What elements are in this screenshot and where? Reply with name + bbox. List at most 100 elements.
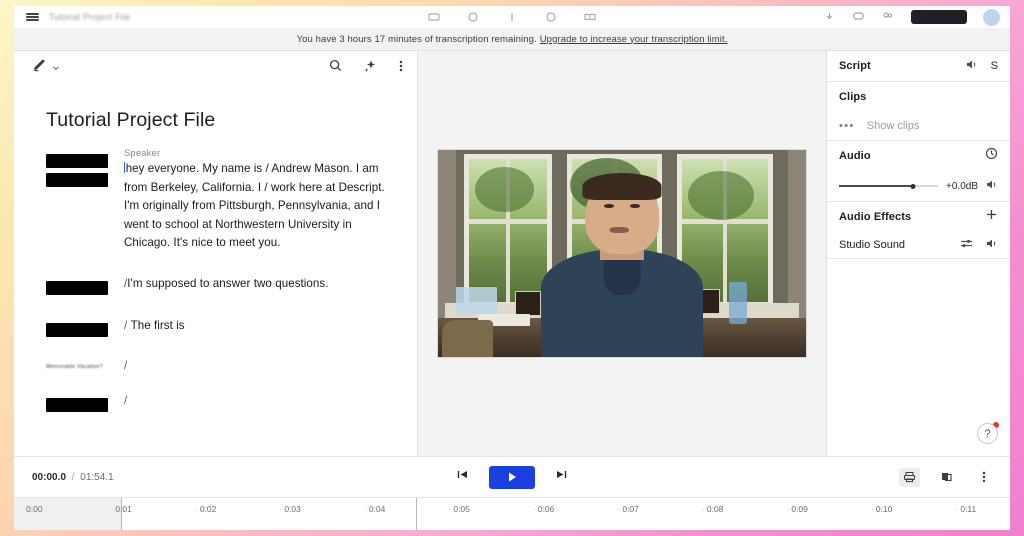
solo-toggle[interactable]: S xyxy=(991,60,998,72)
speaker-thumbnail-redacted xyxy=(46,148,124,187)
transcription-quota-banner: You have 3 hours 17 minutes of transcrip… xyxy=(14,28,1010,51)
show-clips-row[interactable]: ••• Show clips xyxy=(839,112,998,140)
hamburger-menu-icon[interactable] xyxy=(26,13,39,21)
timeline-tick: · 0:11 xyxy=(956,504,977,514)
app-top-bar: Tutorial Project File xyxy=(14,6,1010,28)
page-title: Tutorial Project File xyxy=(46,109,216,131)
top-bar-right-group xyxy=(824,6,1000,28)
history-icon[interactable] xyxy=(985,147,998,165)
paragraph-body: Speaker hey everyone. My name is / Andre… xyxy=(124,148,401,253)
scene-box xyxy=(456,286,497,314)
audio-gain-row: +0.0dB xyxy=(839,171,998,201)
tick-dot: · xyxy=(448,504,452,514)
audio-gain-slider[interactable] xyxy=(839,181,939,191)
volume-icon[interactable] xyxy=(966,57,978,75)
kebab-menu-icon[interactable] xyxy=(973,468,994,487)
tick-label: 0:09 xyxy=(791,504,808,514)
tick-label: 0:02 xyxy=(199,504,217,514)
tick-dot: · xyxy=(533,504,536,514)
speaker-thumbnail-redacted xyxy=(46,317,124,337)
tick-label: 0:06 xyxy=(537,504,555,514)
inspector-section-audio: Audio +0.0dB xyxy=(827,141,1010,202)
people-icon[interactable] xyxy=(882,11,895,23)
tick-dot: · xyxy=(110,504,114,514)
slider-thumb[interactable] xyxy=(910,183,916,189)
effect-row-icons xyxy=(960,236,998,254)
comment-icon[interactable] xyxy=(545,11,558,23)
inspector-pane: Script S Clips ••• Show clips Audio +0.0… xyxy=(826,51,1010,456)
duration: 01:54.1 xyxy=(80,471,114,483)
transport-right-tools xyxy=(899,467,994,487)
timecode-display: 00:00.0 / 01:54.1 xyxy=(14,472,114,483)
effect-name: Studio Sound xyxy=(839,239,906,251)
help-button[interactable]: ? xyxy=(977,423,998,444)
timeline-tick: · 0:03 xyxy=(280,504,301,514)
inspector-section-audio-effects: Audio Effects Studio Sound xyxy=(827,202,1010,259)
tick-dot: · xyxy=(871,504,874,514)
upgrade-link[interactable]: Upgrade to increase your transcription l… xyxy=(540,34,728,45)
chat-icon[interactable] xyxy=(853,11,866,23)
timeline-tick: · 0:05 xyxy=(449,504,470,514)
project-title-label: Tutorial Project File xyxy=(49,12,131,22)
layers-icon[interactable] xyxy=(936,468,957,487)
timeline-tick: 0:00 xyxy=(26,504,43,514)
section-title-audio-effects: Audio Effects xyxy=(839,211,912,223)
timeline-tick: · 0:10 xyxy=(871,504,892,514)
volume-icon[interactable] xyxy=(986,177,998,195)
script-toolbar xyxy=(14,51,417,85)
printer-icon[interactable] xyxy=(899,467,920,487)
chevron-down-icon[interactable] xyxy=(52,59,60,77)
timeline-tick-list: 0:00 · 0:01 · 0:02 · 0:03 · 0:04 · 0:05 · 0:06 · 0:07 ·… xyxy=(14,498,1010,530)
avatar[interactable] xyxy=(983,8,1000,26)
section-title-script: Script xyxy=(839,60,871,72)
show-clips-label[interactable]: Show clips xyxy=(867,120,920,132)
sparkle-icon[interactable] xyxy=(364,59,377,77)
transcript-text[interactable]: / xyxy=(124,392,401,411)
time-separator: / xyxy=(71,471,75,483)
person-eye-right xyxy=(630,204,640,208)
timeline-ruler[interactable]: 0:00 · 0:01 · 0:02 · 0:03 · 0:04 · 0:05 · 0:06 · 0:07 ·… xyxy=(14,497,1010,530)
tick-label: 0:07 xyxy=(622,504,639,514)
transcript-text[interactable]: /I'm supposed to answer two questions. xyxy=(124,275,401,294)
play-icon xyxy=(508,472,516,482)
skip-back-icon[interactable] xyxy=(456,468,469,486)
sliders-icon[interactable] xyxy=(960,236,973,254)
kebab-menu-icon[interactable] xyxy=(399,59,403,78)
transcript-paragraph[interactable]: Memorable Vacation? / xyxy=(14,357,417,376)
paragraph-body: / The first is xyxy=(124,317,401,336)
cut-icon[interactable] xyxy=(506,11,519,23)
share-button[interactable] xyxy=(911,10,967,24)
transcript-text[interactable]: / The first is xyxy=(124,317,401,336)
effect-row-studio-sound[interactable]: Studio Sound xyxy=(839,232,998,258)
pen-icon[interactable] xyxy=(32,58,47,78)
volume-icon[interactable] xyxy=(986,236,998,254)
tick-label: 0:11 xyxy=(960,504,977,514)
slash-mark: / xyxy=(124,358,128,372)
skip-forward-icon[interactable] xyxy=(555,468,568,486)
transcript-paragraph[interactable]: / xyxy=(14,392,417,412)
transcript-paragraph[interactable]: / The first is xyxy=(14,317,417,337)
tick-label: 0:03 xyxy=(284,504,301,514)
transcript-text[interactable]: hey everyone. My name is / Andrew Mason.… xyxy=(124,160,401,253)
transcript-paragraph[interactable]: /I'm supposed to answer two questions. xyxy=(14,275,417,295)
transcript-text[interactable]: / xyxy=(124,357,401,376)
play-button[interactable] xyxy=(489,465,535,489)
top-bar-tool-group xyxy=(428,11,597,23)
layout-icon[interactable] xyxy=(584,11,597,23)
ellipsis-icon[interactable]: ••• xyxy=(839,121,855,132)
speaker-thumbnail-redacted xyxy=(46,275,124,295)
clock-icon[interactable] xyxy=(467,11,480,23)
main-content-area: Tutorial Project File Speaker hey everyo… xyxy=(14,51,1010,456)
tick-dot: · xyxy=(617,504,621,514)
download-icon[interactable] xyxy=(824,11,837,23)
slash-mark: / xyxy=(124,318,128,332)
transcript-paragraph[interactable]: Speaker hey everyone. My name is / Andre… xyxy=(14,148,417,253)
inspector-section-script: Script S xyxy=(827,51,1010,82)
folder-icon[interactable] xyxy=(428,11,441,23)
search-icon[interactable] xyxy=(329,59,342,77)
current-time: 00:00.0 xyxy=(32,471,66,483)
video-player[interactable] xyxy=(437,149,807,358)
plus-icon[interactable] xyxy=(985,208,998,226)
tick-label: 0:00 xyxy=(26,504,43,514)
tick-dot: · xyxy=(195,504,198,514)
